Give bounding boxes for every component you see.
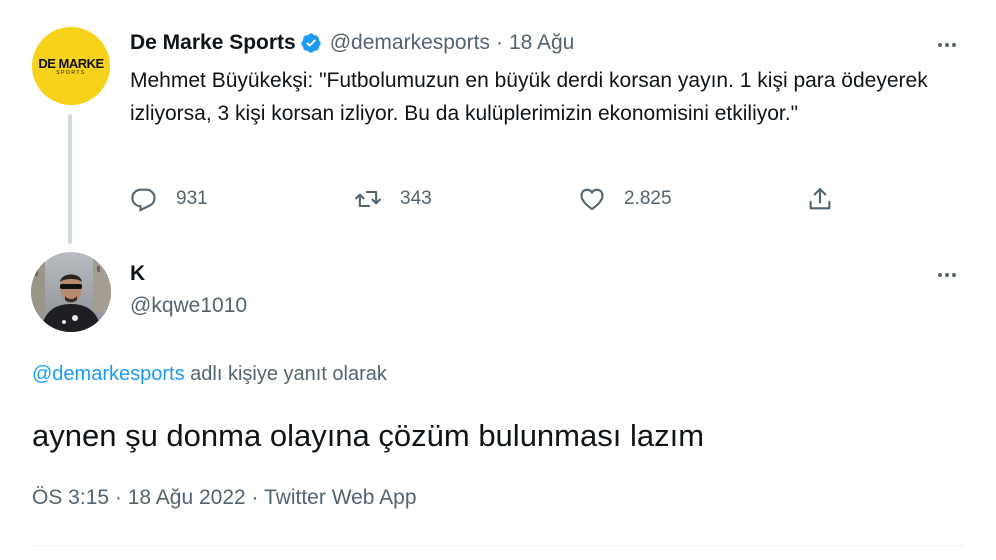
header-separator: · [495, 31, 503, 54]
reply-button[interactable]: 931 [130, 185, 354, 213]
divider [32, 545, 964, 546]
author-avatar[interactable]: DE MARKE SPORTS [32, 27, 110, 105]
replying-to-handle-link[interactable]: @demarkesports [32, 363, 185, 385]
tweet-full-date[interactable]: 18 Ağu 2022 [128, 486, 246, 509]
retweet-count: 343 [400, 188, 432, 209]
reply-more-options-icon[interactable] [932, 265, 962, 285]
author-name[interactable]: De Marke Sports [130, 31, 296, 55]
meta-separator: · [251, 486, 259, 509]
like-count: 2.825 [624, 188, 672, 209]
share-icon [809, 188, 831, 210]
more-options-icon[interactable] [932, 35, 962, 55]
tweet-actions: 931 343 2.825 [130, 184, 834, 214]
share-button[interactable] [806, 185, 834, 213]
reply-author-avatar[interactable] [31, 252, 111, 332]
reply-author-name[interactable]: K [130, 262, 145, 286]
reply-icon [131, 188, 156, 212]
retweet-icon [355, 190, 381, 208]
heart-icon [580, 188, 604, 211]
replying-to-suffix: adlı kişiye yanıt olarak [190, 363, 387, 385]
thread-connector-line [68, 114, 72, 244]
tweet-header: De Marke Sports @demarkesports · 18 Ağu [130, 30, 574, 56]
tweet-source[interactable]: Twitter Web App [264, 486, 417, 509]
reply-text: aynen şu donma olayına çözüm bulunması l… [32, 418, 705, 453]
avatar-logo-subtext: SPORTS [56, 69, 86, 76]
profile-photo [31, 252, 111, 332]
tweet-text: Mehmet Büyükekşi: "Futbolumuzun en büyük… [130, 69, 928, 125]
meta-separator: · [114, 486, 122, 509]
replying-to-line: @demarkesports adlı kişiye yanıt olarak [32, 363, 387, 386]
reply-count: 931 [176, 188, 208, 209]
tweet-meta: ÖS 3:15 · 18 Ağu 2022 · Twitter Web App [32, 486, 417, 510]
tweet-time[interactable]: ÖS 3:15 [32, 486, 109, 509]
author-handle[interactable]: @demarkesports [330, 31, 490, 55]
like-button[interactable]: 2.825 [578, 185, 806, 213]
retweet-button[interactable]: 343 [354, 185, 578, 213]
tweet-date[interactable]: 18 Ağu [509, 31, 574, 55]
reply-author-handle[interactable]: @kqwe1010 [130, 294, 247, 318]
verified-badge-icon [301, 33, 321, 53]
avatar-logo-text: DE MARKE [38, 55, 104, 71]
